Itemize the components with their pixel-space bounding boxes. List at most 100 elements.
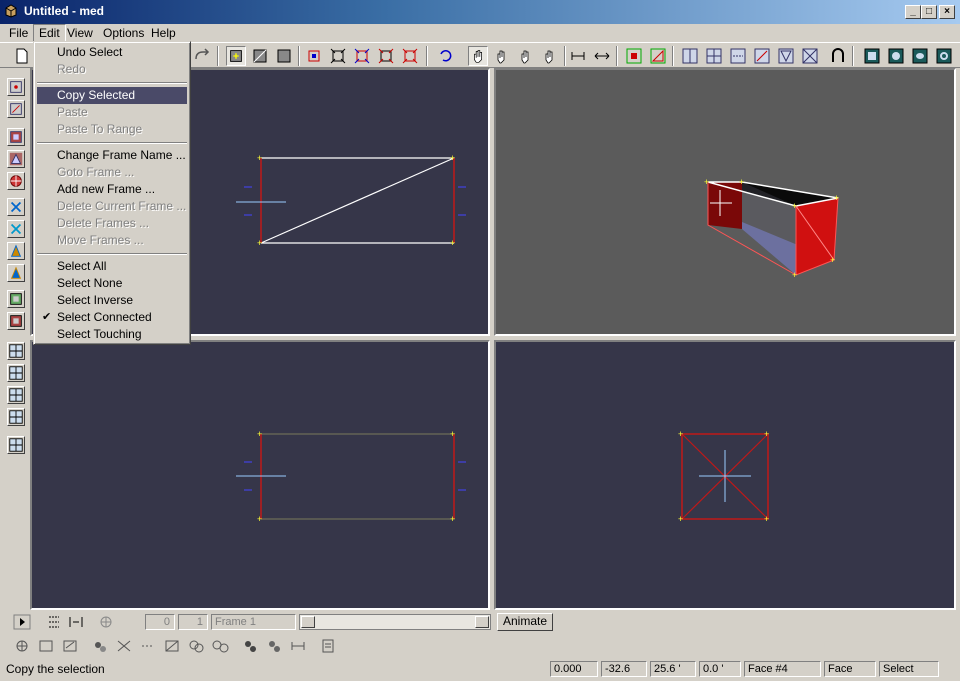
frame-slider[interactable] (299, 614, 491, 630)
layer-icon[interactable] (36, 637, 56, 655)
tool-weld-icon[interactable] (7, 290, 25, 308)
minimize-button[interactable]: _ (905, 5, 921, 19)
menu-item-select-all[interactable]: Select All (37, 258, 187, 275)
flip-icon[interactable] (752, 46, 772, 66)
tool-vertex-icon[interactable] (7, 78, 25, 96)
triangulate-icon[interactable] (776, 46, 796, 66)
frame-end-field[interactable]: 1 (178, 614, 208, 630)
menu-item-copy-selected[interactable]: Copy Selected (37, 87, 187, 104)
layout-top-icon[interactable] (7, 364, 25, 382)
viewport-bottom-left[interactable]: + + + + (30, 340, 490, 610)
menu-item-select-touching[interactable]: Select Touching (37, 326, 187, 343)
hand-pan-icon[interactable] (468, 46, 488, 66)
svg-text:+: + (450, 429, 455, 439)
select-edge-icon[interactable] (250, 46, 270, 66)
cut-icon[interactable] (162, 637, 182, 655)
menu-item-delete-frames: Delete Frames ... (57, 216, 150, 230)
create-vertex-icon[interactable] (624, 46, 644, 66)
grid-icon[interactable] (704, 46, 724, 66)
box-select-icon[interactable] (304, 46, 324, 66)
menu-view[interactable]: View (62, 24, 98, 42)
menu-item-undo[interactable]: Undo Select (37, 44, 187, 61)
tool-move-y-icon[interactable] (7, 220, 25, 238)
new-file-icon[interactable] (12, 46, 32, 66)
rotate-view-icon[interactable] (436, 46, 456, 66)
viewport-bottom-right[interactable]: + + + + (494, 340, 956, 610)
onion-skin-icon[interactable] (96, 613, 116, 631)
layout-single-icon[interactable] (7, 436, 25, 454)
view-flat-icon[interactable] (886, 46, 906, 66)
center-icon[interactable] (12, 637, 32, 655)
menu-item-select-connected-row[interactable]: ✔ Select Connected (37, 309, 187, 326)
viewport-bottom-right-canvas: + + + + (678, 429, 769, 524)
menu-item-add-frame[interactable]: Add new Frame ... (37, 181, 187, 198)
measure-icon[interactable] (288, 637, 308, 655)
tool-pyramid-icon[interactable] (7, 150, 25, 168)
status-element: Face #4 (744, 661, 821, 677)
hand-zoom-icon[interactable] (492, 46, 512, 66)
layout-front-icon[interactable] (7, 386, 25, 404)
layout-quad-icon[interactable] (7, 342, 25, 360)
svg-text:+: + (830, 255, 835, 265)
frames-icon[interactable] (44, 613, 64, 631)
brush-icon[interactable] (240, 637, 260, 655)
brush-alt-icon[interactable] (264, 637, 284, 655)
frame-start-field[interactable]: 0 (145, 614, 175, 630)
play-icon[interactable] (12, 613, 32, 631)
hand-rotate-icon[interactable] (516, 46, 536, 66)
menu-help[interactable]: Help (146, 24, 181, 42)
hand-all-icon[interactable] (540, 46, 560, 66)
ungroup-icon[interactable] (210, 637, 230, 655)
rotate-icon[interactable] (352, 46, 372, 66)
view-smooth-icon[interactable] (910, 46, 930, 66)
properties-icon[interactable] (318, 637, 338, 655)
tool-box-icon[interactable] (7, 128, 25, 146)
magnet-icon[interactable] (828, 46, 848, 66)
dots-icon[interactable] (138, 637, 158, 655)
status-bar: Copy the selection 0.000 -32.6 25.6 ' 0.… (0, 660, 960, 681)
layout-side-icon[interactable] (7, 408, 25, 426)
tool-bevel-icon[interactable] (7, 264, 25, 282)
move-icon[interactable] (328, 46, 348, 66)
animate-button[interactable]: Animate (497, 613, 553, 631)
tool-sphere-icon[interactable] (7, 172, 25, 190)
tool-extrude-icon[interactable] (7, 242, 25, 260)
step-icon[interactable] (66, 613, 86, 631)
select-vertex-icon[interactable] (226, 46, 246, 66)
create-face-icon[interactable] (648, 46, 668, 66)
view-wire-icon[interactable] (862, 46, 882, 66)
frame-name-field[interactable]: Frame 1 (211, 614, 296, 630)
tool-edge-icon[interactable] (7, 100, 25, 118)
menu-item-change-frame-name[interactable]: Change Frame Name ... (37, 147, 187, 164)
tool-split-icon[interactable] (7, 312, 25, 330)
tool-move-x-icon[interactable] (7, 198, 25, 216)
layer-edit-icon[interactable] (60, 637, 80, 655)
paint-icon[interactable] (90, 637, 110, 655)
scale-uniform-icon[interactable] (400, 46, 420, 66)
menu-item-select-inverse[interactable]: Select Inverse (37, 292, 187, 309)
subdivide-icon[interactable] (800, 46, 820, 66)
scale-icon[interactable] (376, 46, 396, 66)
menu-file[interactable]: File (4, 24, 33, 42)
align-icon[interactable] (114, 637, 134, 655)
snap-icon[interactable] (728, 46, 748, 66)
fit-width-icon[interactable] (568, 46, 588, 66)
menu-item-paste-to-range: Paste To Range (57, 122, 143, 136)
maximize-button[interactable]: □ (921, 5, 937, 19)
svg-text:+: + (834, 193, 839, 203)
select-face-icon[interactable] (274, 46, 294, 66)
slider-right-arrow[interactable] (475, 616, 489, 628)
menu-options[interactable]: Options (98, 24, 149, 42)
menu-item-move-frames: Move Frames ... (57, 233, 144, 247)
view-textured-icon[interactable] (934, 46, 954, 66)
svg-text:+: + (257, 153, 262, 163)
redo-icon[interactable] (192, 46, 212, 66)
group-icon[interactable] (186, 637, 206, 655)
viewport-perspective[interactable]: + + + + + + (494, 68, 956, 336)
status-y: -32.6 (601, 661, 647, 677)
close-button[interactable]: × (939, 5, 955, 19)
mirror-icon[interactable] (680, 46, 700, 66)
stretch-icon[interactable] (592, 46, 612, 66)
slider-left-arrow[interactable] (301, 616, 315, 628)
menu-item-select-none[interactable]: Select None (37, 275, 187, 292)
